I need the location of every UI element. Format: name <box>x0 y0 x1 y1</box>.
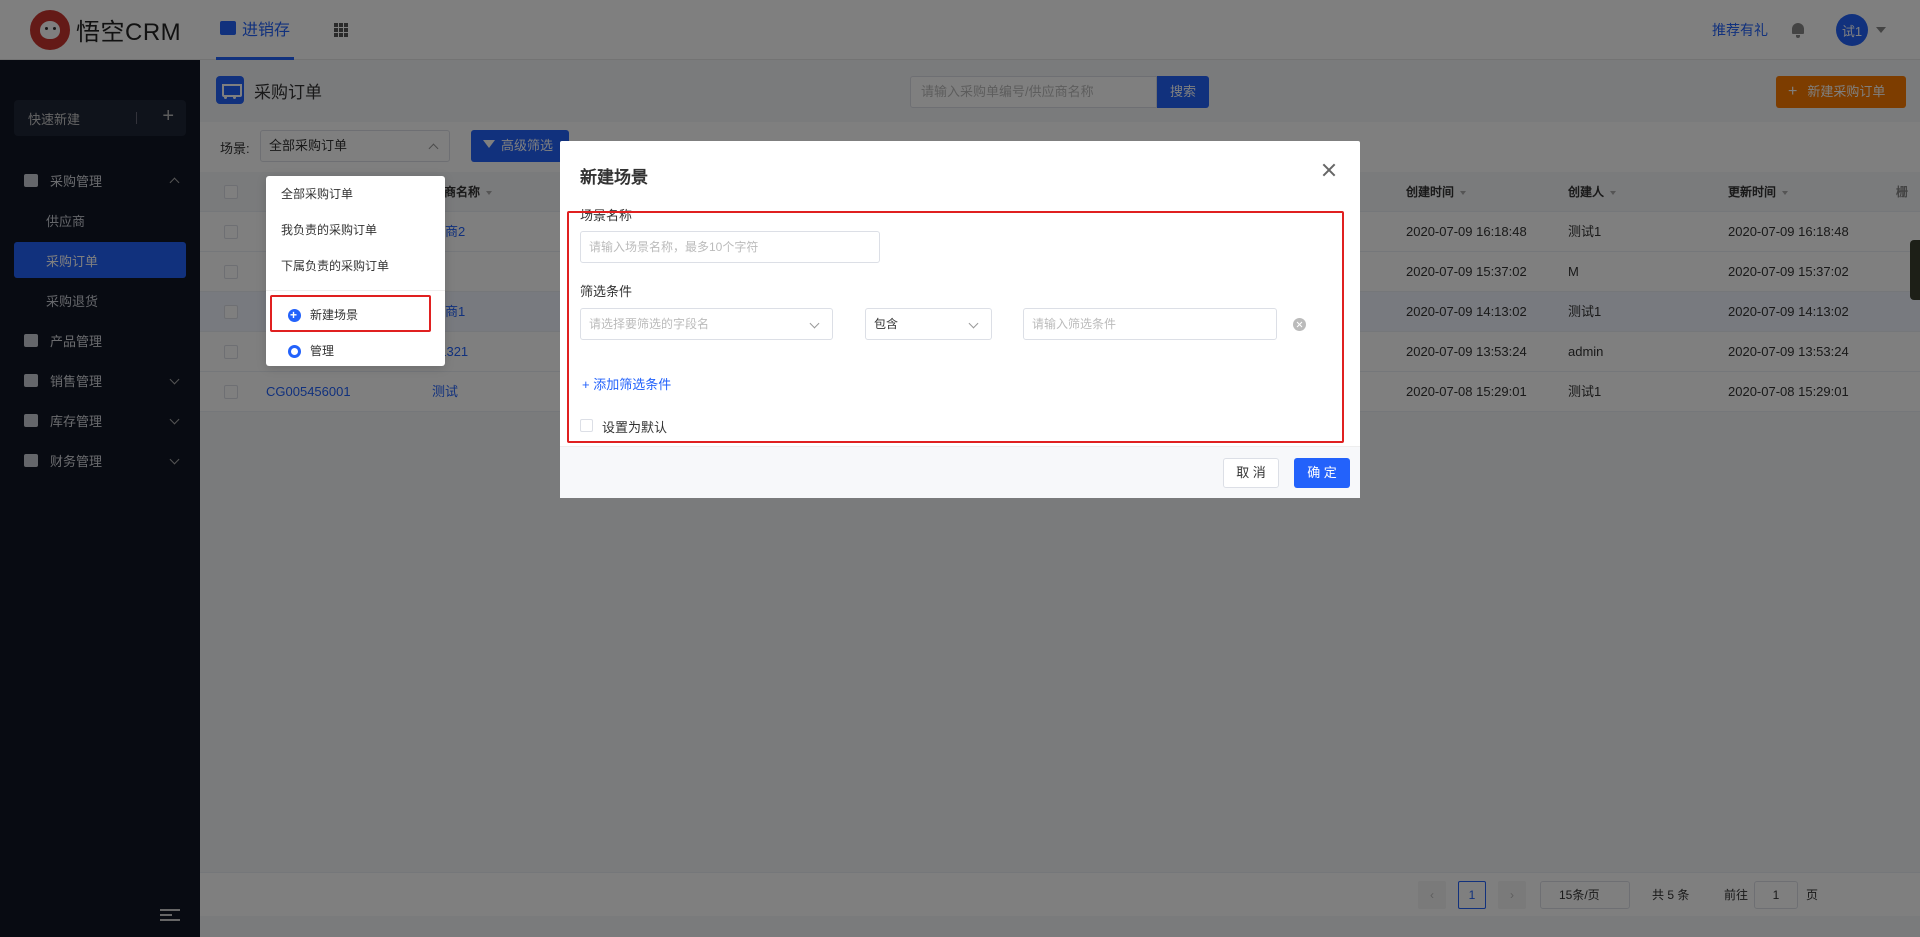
confirm-button[interactable]: 确 定 <box>1294 458 1350 488</box>
highlight-box <box>270 295 431 332</box>
scene-option-subordinate[interactable]: 下属负责的采购订单 <box>266 248 445 284</box>
dialog-footer: 取 消 确 定 <box>560 446 1360 498</box>
scene-option-all[interactable]: 全部采购订单 <box>266 176 445 212</box>
scene-dropdown-menu: 全部采购订单 我负责的采购订单 下属负责的采购订单 新建场景 管理 <box>266 176 445 366</box>
gear-icon <box>288 345 301 358</box>
highlight-box <box>567 211 1344 443</box>
close-icon[interactable] <box>1322 163 1336 177</box>
divider <box>266 290 445 291</box>
scene-option-mine[interactable]: 我负责的采购订单 <box>266 212 445 248</box>
cancel-button[interactable]: 取 消 <box>1223 458 1279 488</box>
manage-scene-option[interactable]: 管理 <box>266 333 445 369</box>
dialog-title: 新建场景 <box>580 168 648 187</box>
